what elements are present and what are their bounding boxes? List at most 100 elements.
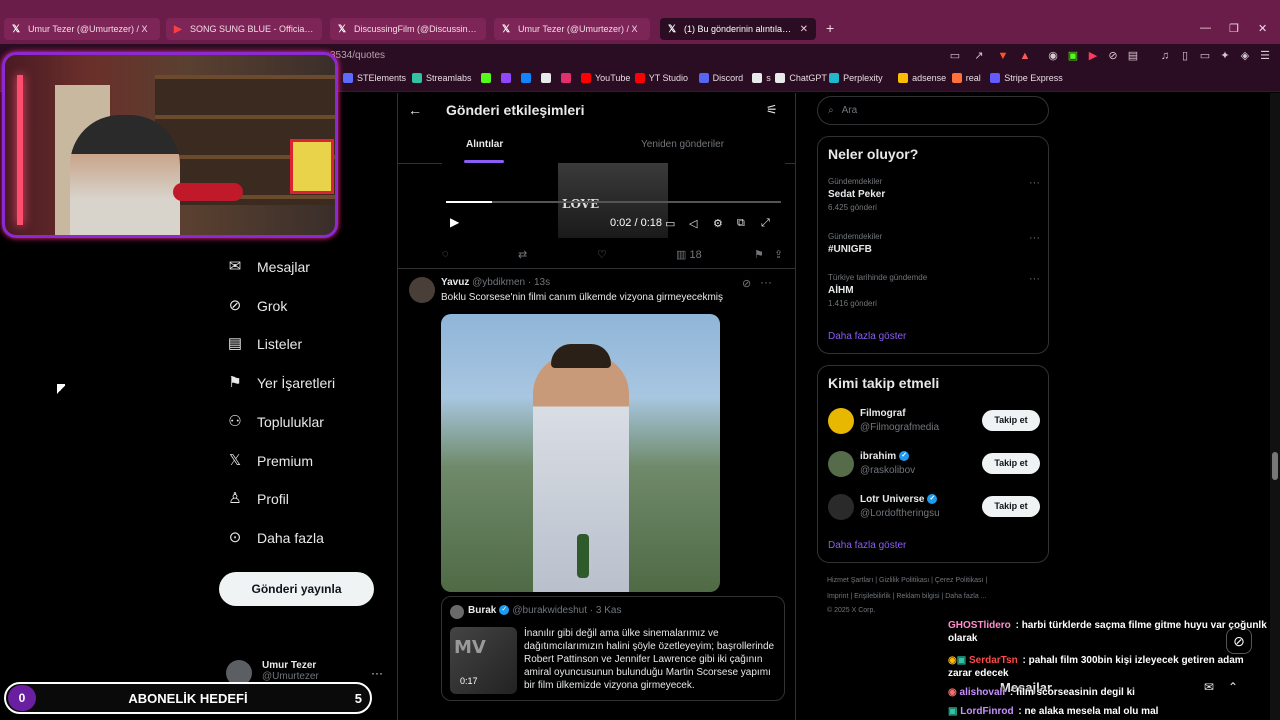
- suggestion-handle: @Filmografmedia: [860, 422, 940, 433]
- follow-suggestion[interactable]: ibrahim ✓ @raskolibov Takip et: [828, 449, 1040, 479]
- bookmark-item[interactable]: YT Studio: [634, 73, 688, 83]
- show-more-link[interactable]: Daha fazla göster: [828, 540, 906, 551]
- bookmark-item[interactable]: adsense: [898, 73, 946, 83]
- extension-icon[interactable]: ▤: [1126, 49, 1140, 63]
- bookmark-item[interactable]: [561, 73, 575, 83]
- extension-icon[interactable]: ◉: [1046, 49, 1060, 63]
- more-icon[interactable]: ···: [1029, 273, 1040, 285]
- extension-icon[interactable]: ⊘: [1106, 49, 1120, 63]
- trend-item[interactable]: Gündemdekiler Sedat Peker 6.425 gönderi …: [828, 177, 1040, 212]
- footer-links[interactable]: Hizmet Şartları | Gizlilik Politikası | …: [827, 577, 987, 584]
- footer-links[interactable]: Imprint | Erişilebilirlik | Reklam bilgi…: [827, 593, 987, 600]
- post-button[interactable]: Gönderi yayınla: [219, 572, 374, 606]
- menu-icon[interactable]: ☰: [1258, 49, 1272, 63]
- trend-item[interactable]: Türkiye tarihinde gündemde AİHM 1.416 gö…: [828, 273, 1040, 308]
- views-stat[interactable]: ▥ 18: [676, 248, 702, 262]
- follow-button[interactable]: Takip et: [982, 496, 1040, 517]
- bookmark-item[interactable]: s: [752, 73, 771, 83]
- play-icon[interactable]: ▶: [450, 215, 459, 229]
- settings-icon[interactable]: ⚙: [713, 217, 723, 230]
- fullscreen-icon[interactable]: ⤢: [761, 217, 770, 230]
- captions-icon[interactable]: ▭: [665, 217, 675, 230]
- bookmark-item[interactable]: Discord: [698, 73, 743, 83]
- cast-icon[interactable]: ▭: [948, 49, 962, 63]
- reply-icon[interactable]: ◌: [442, 248, 449, 260]
- sidebar-icon[interactable]: ▯: [1178, 49, 1192, 63]
- bookmark-item[interactable]: ChatGPT: [775, 73, 827, 83]
- scrollbar[interactable]: [1270, 93, 1280, 720]
- more-icon[interactable]: ···: [371, 666, 383, 680]
- scrollbar-thumb[interactable]: [1272, 452, 1278, 480]
- new-tab-button[interactable]: +: [826, 20, 834, 36]
- like-icon[interactable]: ♡: [597, 248, 607, 261]
- show-more-link[interactable]: Daha fazla göster: [828, 331, 906, 342]
- nav-item-lists[interactable]: ▤ Listeler: [226, 335, 302, 353]
- back-arrow-icon[interactable]: ←: [408, 102, 422, 118]
- video-player[interactable]: LOVE ▶ 0:02 / 0:18 ▭ ◁ ⚙ ⧉ ⤢: [442, 163, 785, 238]
- trend-item[interactable]: Gündemdekiler #UNIGFB ···: [828, 232, 1040, 255]
- ai-icon[interactable]: ✦: [1218, 49, 1232, 63]
- bookmark-item[interactable]: [521, 73, 535, 83]
- tab-reposts[interactable]: Yeniden gönderiler: [641, 139, 724, 150]
- browser-tab[interactable]: ▶SONG SUNG BLUE - Official Trailer 2: [166, 18, 322, 40]
- wallet-icon[interactable]: ▭: [1198, 49, 1212, 63]
- nav-item-bookmarks[interactable]: ⚑ Yer İşaretleri: [226, 374, 335, 392]
- browser-tab[interactable]: 𝕏 Umur Tezer (@Umurtezer) / X: [494, 18, 650, 40]
- minimize-icon[interactable]: —: [1200, 22, 1211, 34]
- author-handle[interactable]: @ybdikmen: [472, 277, 525, 288]
- quoted-video-thumbnail[interactable]: MV 0:17: [450, 627, 517, 694]
- more-icon[interactable]: ···: [760, 275, 772, 289]
- browser-tab-active[interactable]: 𝕏 (1) Bu gönderinin alıntılamala ✕: [660, 18, 816, 40]
- more-icon[interactable]: ···: [1029, 177, 1040, 189]
- vpn-icon[interactable]: ◈: [1238, 49, 1252, 63]
- more-icon[interactable]: ···: [1029, 232, 1040, 244]
- bookmark-item[interactable]: Perplexity: [829, 73, 883, 83]
- share-icon[interactable]: ↗: [972, 49, 986, 63]
- bookmark-item[interactable]: Streamlabs: [412, 73, 472, 83]
- tweet-photo[interactable]: [441, 314, 720, 592]
- mute-icon[interactable]: ◁: [689, 217, 697, 230]
- search-input[interactable]: ⌕ Ara: [817, 96, 1049, 125]
- nav-item-premium[interactable]: 𝕏 Premium: [226, 452, 313, 470]
- nav-item-messages[interactable]: ✉ Mesajlar: [226, 258, 310, 276]
- nav-item-grok[interactable]: ⊘ Grok: [226, 297, 288, 315]
- brave-shield-icon[interactable]: ▼: [996, 49, 1010, 63]
- bookmark-item[interactable]: STElements: [343, 73, 406, 83]
- avatar[interactable]: [409, 277, 435, 303]
- filter-icon[interactable]: ⚟: [766, 102, 778, 118]
- close-window-icon[interactable]: ✕: [1258, 22, 1267, 35]
- nav-item-communities[interactable]: ⚇ Topluluklar: [226, 413, 324, 431]
- bookmark-item[interactable]: YouTube: [581, 73, 630, 83]
- nav-item-profile[interactable]: ♙ Profil: [226, 490, 289, 508]
- rewards-icon[interactable]: ▲: [1018, 49, 1032, 63]
- extension-icon[interactable]: ▣: [1066, 49, 1080, 63]
- bookmark-item[interactable]: [501, 73, 515, 83]
- bookmark-icon[interactable]: ⚑: [754, 248, 764, 261]
- browser-tab[interactable]: 𝕏 Umur Tezer (@Umurtezer) / X: [4, 18, 160, 40]
- follow-button[interactable]: Takip et: [982, 410, 1040, 431]
- bookmark-item[interactable]: Stripe Express: [990, 73, 1063, 83]
- bookmark-item[interactable]: [481, 73, 495, 83]
- url-field[interactable]: 3534/quotes: [330, 50, 385, 61]
- follow-suggestion[interactable]: Filmograf @Filmografmedia Takip et: [828, 406, 1040, 436]
- nav-item-more[interactable]: ⊙ Daha fazla: [226, 529, 324, 547]
- extension-icon[interactable]: ▶: [1086, 49, 1100, 63]
- grok-icon[interactable]: ⊘: [742, 277, 751, 290]
- quoted-tweet[interactable]: Burak ✓ @burakwideshut · 3 Kas MV 0:17 İna…: [441, 596, 785, 701]
- follow-suggestion[interactable]: Lotr Universe ✓ @Lordoftheringsu Takip et: [828, 492, 1040, 522]
- tab-quotes[interactable]: Alıntılar: [466, 139, 503, 150]
- follow-button[interactable]: Takip et: [982, 453, 1040, 474]
- share-icon[interactable]: ⇪: [774, 248, 783, 261]
- video-seekbar[interactable]: [446, 201, 781, 203]
- browser-tab[interactable]: 𝕏DiscussingFilm (@DiscussingFilm) / X: [330, 18, 486, 40]
- pip-icon[interactable]: ⧉: [737, 217, 745, 230]
- maximize-icon[interactable]: ❐: [1229, 22, 1239, 35]
- bookmark-favicon-icon: [898, 73, 909, 83]
- repost-icon[interactable]: ⇄: [518, 248, 527, 261]
- music-icon[interactable]: ♫: [1158, 49, 1172, 63]
- close-tab-icon[interactable]: ✕: [800, 24, 808, 35]
- tweet-time[interactable]: · 13s: [528, 277, 550, 288]
- author-name[interactable]: Yavuz: [441, 277, 469, 288]
- bookmark-item[interactable]: [541, 73, 555, 83]
- bookmark-item[interactable]: real: [951, 73, 981, 83]
